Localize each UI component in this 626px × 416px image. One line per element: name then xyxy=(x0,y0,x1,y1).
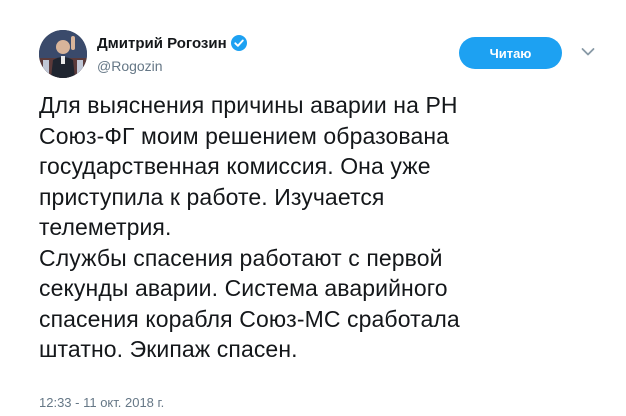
tweet-text-line: Для выяснения причины аварии на РН xyxy=(39,92,458,118)
tweet-text-line: штатно. Экипаж спасен. xyxy=(39,336,298,362)
avatar-photo-icon xyxy=(39,30,87,78)
tweet-text-line: телеметрия. xyxy=(39,214,172,240)
author-handle[interactable]: @Rogozin xyxy=(97,58,163,74)
display-name[interactable]: Дмитрий Рогозин xyxy=(97,35,227,52)
tweet-timestamp[interactable]: 12:33 - 11 окт. 2018 г. xyxy=(39,395,164,410)
tweet-text-line: государственная комиссия. Она уже xyxy=(39,153,431,179)
author-name-row: Дмитрий Рогозин xyxy=(97,33,247,53)
follow-button[interactable]: Читаю xyxy=(459,37,562,69)
tweet-text: Для выяснения причины аварии на РН Союз-… xyxy=(39,90,609,365)
verified-badge-icon xyxy=(230,35,247,51)
tweet-text-line: Службы спасения работают с первой xyxy=(39,244,443,271)
tweet-text-line: секунды аварии. Система аварийного xyxy=(39,275,448,301)
avatar[interactable] xyxy=(39,30,87,78)
tweet-card: Дмитрий Рогозин @Rogozin Читаю Для выясн… xyxy=(0,0,626,416)
tweet-text-line: спасения корабля Союз-МС сработала xyxy=(39,305,460,332)
tweet-text-line: Союз-ФГ моим решением образована xyxy=(39,122,450,149)
tweet-text-line: приступила к работе. Изучается xyxy=(39,183,385,210)
chevron-down-icon[interactable] xyxy=(581,47,595,57)
